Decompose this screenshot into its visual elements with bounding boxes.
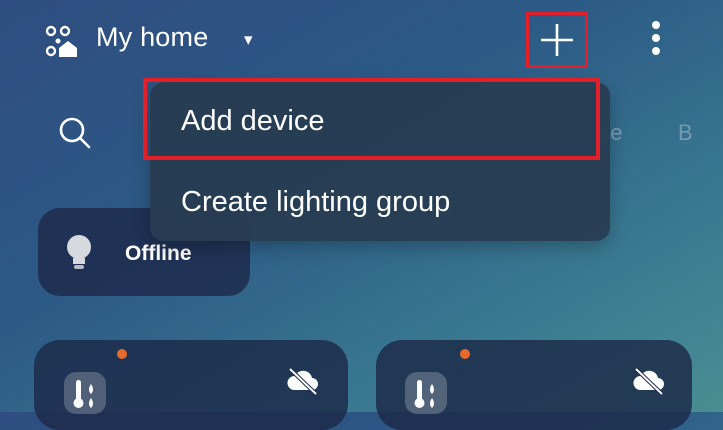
- menu-item-add-device[interactable]: Add device: [150, 82, 610, 160]
- add-menu-dropdown: Add device Create lighting group: [150, 82, 610, 241]
- offline-status-label: Offline: [125, 242, 192, 265]
- cloud-off-icon: [633, 367, 664, 396]
- plus-icon: [541, 24, 573, 56]
- chevron-down-icon[interactable]: ▾: [244, 30, 253, 50]
- sensor-icon: [64, 372, 106, 414]
- more-vertical-icon[interactable]: [640, 18, 672, 62]
- thermometer-icon: [73, 380, 93, 408]
- light-bulb-icon: [67, 235, 91, 269]
- category-tab-partial[interactable]: B: [678, 120, 693, 146]
- status-dot: [117, 349, 127, 359]
- thermometer-icon: [414, 380, 434, 408]
- status-dot: [460, 349, 470, 359]
- menu-item-create-lighting-group[interactable]: Create lighting group: [150, 166, 610, 238]
- add-button[interactable]: [526, 12, 588, 68]
- app-header: My home ▾: [0, 0, 723, 80]
- cloud-off-icon: [287, 367, 318, 396]
- search-icon[interactable]: [58, 116, 92, 150]
- home-devices-icon[interactable]: [44, 24, 80, 60]
- home-selector-title[interactable]: My home: [96, 22, 208, 53]
- sensor-icon: [405, 372, 447, 414]
